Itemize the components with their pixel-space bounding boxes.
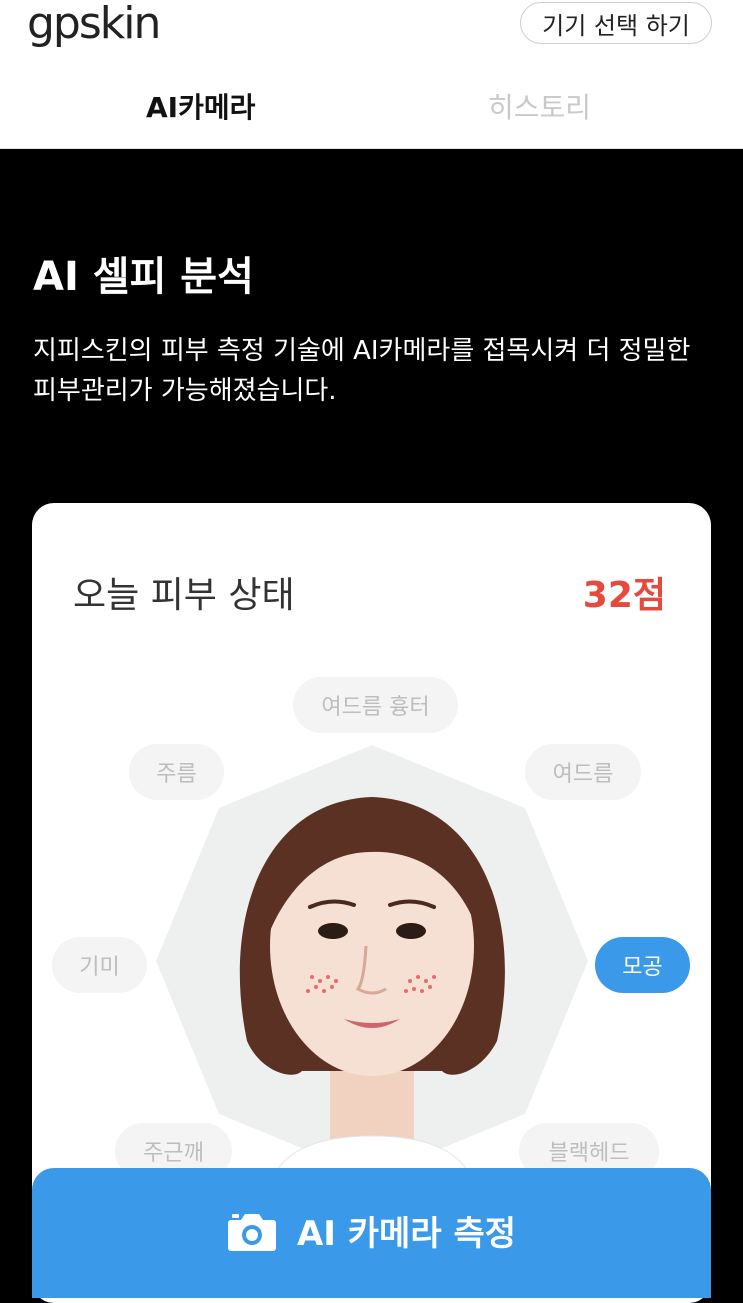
gpskin-logo: gpskin xyxy=(27,0,161,49)
chip-acne-scar[interactable]: 여드름 흉터 xyxy=(293,677,458,733)
tab-history[interactable]: 히스토리 xyxy=(488,86,591,126)
chip-acne[interactable]: 여드름 xyxy=(525,744,641,800)
right-eye xyxy=(396,923,426,939)
ai-camera-measure-button[interactable]: AI 카메라 측정 xyxy=(32,1168,711,1298)
measure-button-content: AI 카메라 측정 xyxy=(227,1206,516,1255)
chip-wrinkle[interactable]: 주름 xyxy=(129,744,224,800)
card-title: 오늘 피부 상태 xyxy=(73,575,295,616)
neck xyxy=(330,1071,414,1146)
measure-button-label: AI 카메라 측정 xyxy=(296,1214,517,1254)
device-select-button[interactable]: 기기 선택 하기 xyxy=(520,2,712,44)
hero-description: 지피스킨의 피부 측정 기술에 AI카메라를 접목시켜 더 정밀한 피부관리가 … xyxy=(33,336,691,406)
chip-pore[interactable]: 모공 xyxy=(595,937,690,993)
left-eye xyxy=(318,923,348,939)
tab-ai-camera[interactable]: AI카메라 xyxy=(146,86,255,126)
app-header: gpskin 기기 선택 하기 AI카메라 히스토리 xyxy=(0,0,743,149)
skin-score: 32점 xyxy=(582,575,666,616)
camera-icon xyxy=(227,1213,276,1251)
hero-title: AI 셀피 분석 xyxy=(33,254,254,300)
face-illustration xyxy=(156,745,588,1181)
chip-melasma[interactable]: 기미 xyxy=(52,937,147,993)
